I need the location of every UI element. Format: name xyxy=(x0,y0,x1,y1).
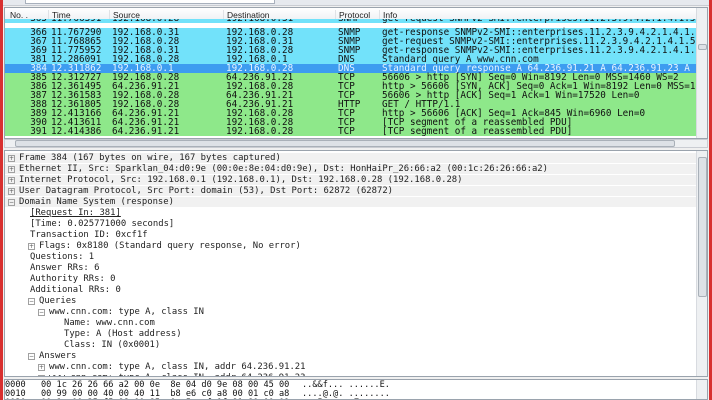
detail-text: Additional RRs: 0 xyxy=(30,285,121,295)
detail-row[interactable]: [Time: 0.025771000 seconds] xyxy=(5,219,697,230)
expand-icon[interactable]: + xyxy=(28,243,35,250)
packet-bytes: 0000 00 1c 26 26 66 a2 00 0e 8e 04 d0 9e … xyxy=(4,379,708,400)
filter-input[interactable] xyxy=(25,0,275,4)
scroll-thumb[interactable] xyxy=(698,44,707,50)
packet-protocol: TCP xyxy=(338,126,355,137)
details-scrollbar[interactable] xyxy=(696,151,707,376)
expand-icon[interactable]: + xyxy=(8,188,15,195)
detail-text: Type: A (Host address) xyxy=(64,329,182,339)
detail-text: Name: www.cnn.com xyxy=(64,318,155,328)
detail-text: Ethernet II, Src: Sparklan_04:d0:9e (00:… xyxy=(19,164,548,174)
detail-text: Transaction ID: 0xcf1f xyxy=(30,230,148,240)
detail-row[interactable]: + Flags: 0x8180 (Standard query response,… xyxy=(5,241,697,252)
detail-row[interactable]: − Answers xyxy=(5,351,697,362)
detail-text: Class: IN (0x0001) xyxy=(64,340,161,350)
bytes-scrollbar[interactable] xyxy=(696,380,707,399)
packet-time: 12.414386 xyxy=(51,126,102,137)
detail-text: Frame 384 (167 bytes on wire, 167 bytes … xyxy=(19,153,281,163)
detail-row[interactable]: − www.cnn.com: type A, class IN xyxy=(5,307,697,318)
packet-source: 192.168.0.28 xyxy=(112,19,179,23)
detail-text: Questions: 1 xyxy=(30,252,95,262)
expand-icon[interactable]: + xyxy=(38,375,45,376)
detail-row[interactable]: − Domain Name System (response) xyxy=(5,197,697,208)
detail-text: Flags: 0x8180 (Standard query response, … xyxy=(39,241,301,251)
scroll-thumb[interactable] xyxy=(698,157,707,297)
packet-list-hscrollbar[interactable] xyxy=(4,139,708,148)
detail-row[interactable]: Questions: 1 xyxy=(5,252,697,263)
packet-source: 64.236.91.21 xyxy=(112,126,180,137)
detail-text: www.cnn.com: type A, class IN xyxy=(49,307,204,317)
detail-row[interactable]: − Queries xyxy=(5,296,697,307)
detail-row[interactable]: Answer RRs: 6 xyxy=(5,263,697,274)
expand-icon[interactable]: + xyxy=(38,364,45,371)
expand-icon[interactable]: + xyxy=(8,177,15,184)
detail-row[interactable]: [Request In: 381] xyxy=(5,208,697,219)
packet-row[interactable]: 391 12.414386 64.236.91.21 192.168.0.28 TCP [… xyxy=(5,127,697,136)
detail-text: Queries xyxy=(39,296,77,306)
window-border-left xyxy=(0,0,3,400)
packet-row[interactable]: 365 11.766391 192.168.0.28 192.168.0.31 SNMP… xyxy=(5,19,697,23)
packet-no: 391 xyxy=(30,126,47,137)
detail-text: www.cnn.com: type A, class IN, addr 64.2… xyxy=(49,373,305,376)
expand-icon[interactable]: + xyxy=(8,166,15,173)
packet-time: 11.766391 xyxy=(51,19,101,23)
detail-text: Internet Protocol, Src: 192.168.0.1 (192… xyxy=(19,175,463,185)
detail-row[interactable]: + User Datagram Protocol, Src Port: domai… xyxy=(5,186,697,197)
detail-row[interactable]: + www.cnn.com: type A, class IN, addr 64.… xyxy=(5,362,697,373)
detail-text: [Time: 0.025771000 seconds] xyxy=(30,219,175,229)
packet-list: No. . Time Source Destination Protocol Info 3… xyxy=(4,7,708,139)
packet-info: get-request SNMPv2-SMI::enterprises.11.2… xyxy=(382,19,697,23)
detail-row[interactable]: + Internet Protocol, Src: 192.168.0.1 (19… xyxy=(5,175,697,186)
collapse-icon[interactable]: − xyxy=(8,199,15,206)
detail-text: Authority RRs: 0 xyxy=(30,274,116,284)
detail-row[interactable]: + Frame 384 (167 bytes on wire, 167 bytes… xyxy=(5,153,697,164)
collapse-icon[interactable]: − xyxy=(28,353,35,360)
detail-text: Answer RRs: 6 xyxy=(30,263,100,273)
packet-no: 365 xyxy=(5,19,47,23)
packet-destination: 192.168.0.28 xyxy=(226,126,294,137)
detail-row[interactable]: Authority RRs: 0 xyxy=(5,274,697,285)
filter-toolbar xyxy=(3,0,709,6)
detail-row[interactable]: Type: A (Host address) xyxy=(5,329,697,340)
expand-icon[interactable]: + xyxy=(8,155,15,162)
collapse-icon[interactable]: − xyxy=(38,309,45,316)
detail-text: Answers xyxy=(39,351,77,361)
detail-row[interactable]: Additional RRs: 0 xyxy=(5,285,697,296)
detail-row[interactable]: + Ethernet II, Src: Sparklan_04:d0:9e (00… xyxy=(5,164,697,175)
collapse-icon[interactable]: − xyxy=(28,298,35,305)
packet-protocol: SNMP xyxy=(338,19,360,23)
packet-info: [TCP segment of a reassembled PDU] xyxy=(382,126,573,137)
detail-row[interactable]: + www.cnn.com: type A, class IN, addr 64.… xyxy=(5,373,697,376)
detail-text[interactable]: [Request In: 381] xyxy=(30,208,121,218)
detail-row[interactable]: Name: www.cnn.com xyxy=(5,318,697,329)
packet-list-scrollbar[interactable] xyxy=(696,8,707,138)
detail-row[interactable]: Transaction ID: 0xcf1f xyxy=(5,230,697,241)
packet-destination: 192.168.0.31 xyxy=(226,19,293,23)
detail-row[interactable]: Class: IN (0x0001) xyxy=(5,340,697,351)
hscroll-thumb[interactable] xyxy=(15,140,675,147)
packet-details: + Frame 384 (167 bytes on wire, 167 bytes… xyxy=(4,150,708,377)
detail-text: Domain Name System (response) xyxy=(19,197,174,207)
detail-text: www.cnn.com: type A, class IN, addr 64.2… xyxy=(49,362,306,372)
detail-text: User Datagram Protocol, Src Port: domain… xyxy=(19,186,394,196)
